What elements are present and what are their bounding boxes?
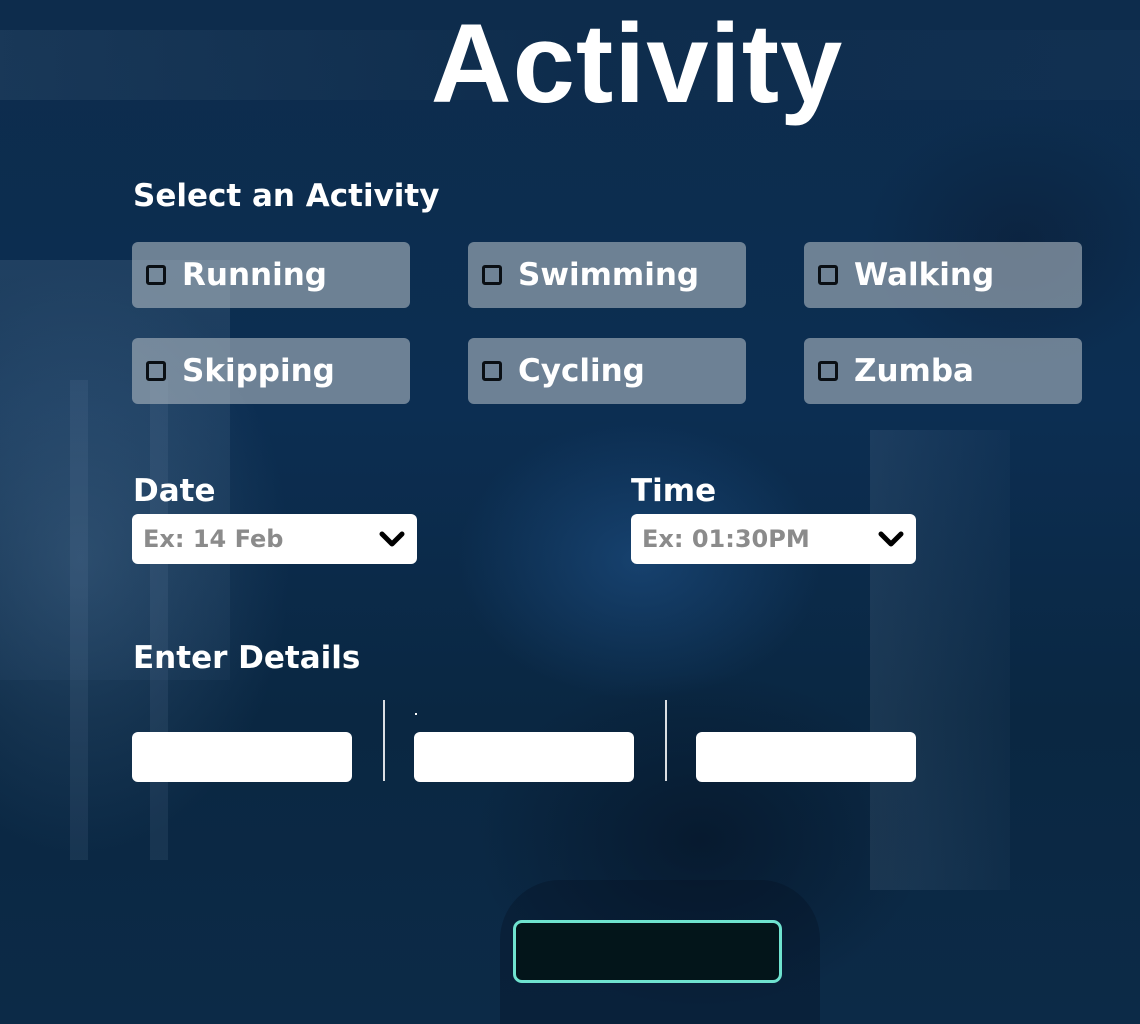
time-placeholder: Ex: 01:30PM xyxy=(642,525,810,553)
details-field-3[interactable] xyxy=(696,732,916,782)
time-label: Time xyxy=(631,473,717,509)
activity-option-label: Swimming xyxy=(518,257,700,293)
activity-section-label: Select an Activity xyxy=(133,178,440,214)
time-dropdown[interactable]: Ex: 01:30PM xyxy=(631,514,916,564)
details-field-2[interactable] xyxy=(414,732,634,782)
details-field-1[interactable] xyxy=(132,732,352,782)
checkbox-icon[interactable] xyxy=(482,265,502,285)
divider xyxy=(665,700,667,781)
activity-option-zumba[interactable]: Zumba xyxy=(804,338,1082,404)
date-dropdown[interactable]: Ex: 14 Feb xyxy=(132,514,417,564)
activity-option-skipping[interactable]: Skipping xyxy=(132,338,410,404)
activity-option-label: Cycling xyxy=(518,353,645,389)
background-detail xyxy=(150,380,168,860)
checkbox-icon[interactable] xyxy=(818,361,838,381)
background-detail xyxy=(870,430,1010,890)
activity-option-running[interactable]: Running xyxy=(132,242,410,308)
activity-option-label: Walking xyxy=(854,257,995,293)
date-label: Date xyxy=(133,473,216,509)
date-placeholder: Ex: 14 Feb xyxy=(143,525,284,553)
background-detail xyxy=(0,260,230,680)
page-title: Activity xyxy=(430,1,844,126)
background-detail xyxy=(70,380,88,860)
checkbox-icon[interactable] xyxy=(482,361,502,381)
activity-option-walking[interactable]: Walking xyxy=(804,242,1082,308)
divider xyxy=(383,700,385,781)
submit-button[interactable] xyxy=(513,920,782,983)
checkbox-icon[interactable] xyxy=(818,265,838,285)
details-label: Enter Details xyxy=(133,640,361,676)
activity-option-label: Skipping xyxy=(182,353,335,389)
chevron-down-icon xyxy=(878,531,904,547)
checkbox-icon[interactable] xyxy=(146,361,166,381)
activity-option-swimming[interactable]: Swimming xyxy=(468,242,746,308)
checkbox-icon[interactable] xyxy=(146,265,166,285)
divider-dot xyxy=(415,713,417,715)
activity-option-label: Zumba xyxy=(854,353,974,389)
activity-option-cycling[interactable]: Cycling xyxy=(468,338,746,404)
chevron-down-icon xyxy=(379,531,405,547)
activity-option-label: Running xyxy=(182,257,327,293)
